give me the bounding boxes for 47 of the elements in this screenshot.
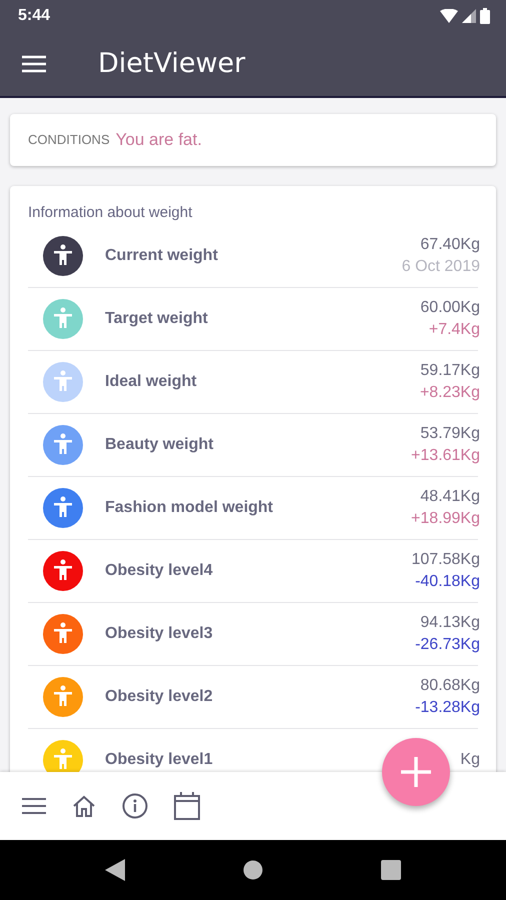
conditions-value: You are fat. (116, 130, 202, 150)
calendar-icon (174, 792, 200, 820)
weight-label: Fashion model weight (105, 498, 274, 517)
weight-difference: -26.73Kg (415, 634, 480, 655)
plus-icon (401, 757, 431, 788)
weight-label: Current weight (105, 246, 219, 265)
weight-difference: +18.99Kg (411, 508, 480, 529)
battery-icon (480, 8, 490, 24)
menu-button[interactable] (22, 798, 46, 814)
weight-difference: +8.23Kg (420, 382, 480, 403)
home-circle-icon[interactable] (243, 860, 263, 880)
weight-value: 67.40Kg (419, 234, 480, 255)
weight-value: 53.79Kg (419, 424, 480, 444)
home-button[interactable] (72, 795, 96, 818)
weight-value: 60.00Kg (420, 298, 480, 318)
conditions-label: CONDITIONS (28, 132, 110, 148)
weight-label: Ideal weight (105, 372, 198, 391)
recents-icon[interactable] (381, 860, 401, 880)
weight-label: Beauty weight (105, 436, 214, 454)
signal-icon (462, 8, 476, 23)
weight-difference: 6 Oct 2019 (402, 256, 480, 277)
weight-value: 48.41Kg (419, 486, 480, 507)
menu-icon (22, 798, 46, 814)
weight-difference: +13.61Kg (411, 446, 480, 466)
card-title: Information about weight (28, 204, 194, 221)
info-button[interactable] (122, 793, 148, 820)
weight-difference: -40.18Kg (414, 572, 480, 592)
wifi-icon (440, 8, 458, 23)
weight-label: Target weight (105, 310, 209, 328)
menu-icon (22, 54, 46, 73)
weight-label: Obesity level4 (105, 562, 214, 580)
info-icon (122, 793, 148, 820)
weight-label: Obesity level2 (105, 688, 214, 706)
calendar-button[interactable] (174, 792, 200, 820)
weight-value: Kg (460, 750, 480, 770)
weight-label: Obesity level3 (105, 624, 214, 643)
weight-difference: -13.28Kg (415, 698, 480, 718)
weight-value: 80.68Kg (419, 676, 480, 696)
app-title: DietViewer (98, 48, 246, 80)
back-icon[interactable] (105, 859, 125, 882)
weight-value: 94.13Kg (419, 612, 480, 633)
home-icon (72, 795, 96, 818)
weight-value: 59.17Kg (420, 360, 480, 381)
weight-value: 107.58Kg (411, 550, 480, 570)
weight-label: Obesity level1 (105, 750, 214, 769)
weight-difference: +7.4Kg (428, 320, 480, 340)
clock-time: 5:44 (18, 6, 50, 25)
